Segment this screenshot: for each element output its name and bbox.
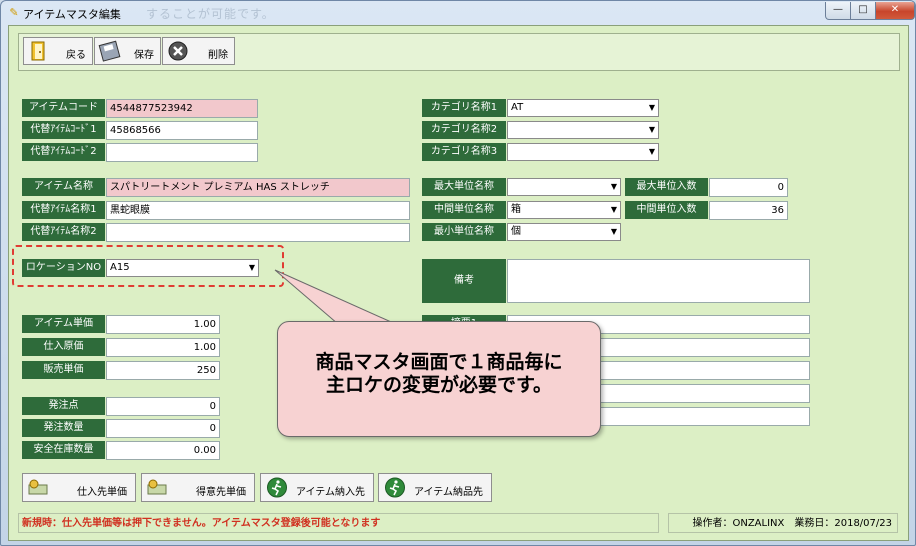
remarks-label: 備考	[422, 259, 506, 303]
item-inbound-button[interactable]: アイテム納入先	[260, 473, 374, 502]
unit-price-label: アイテム単価	[22, 315, 105, 333]
callout-line-1: 商品マスタ画面で１商品毎に	[315, 351, 563, 373]
min-unit-value: 個	[511, 226, 521, 237]
alt-name2-field[interactable]	[106, 223, 410, 242]
callout-bubble: 商品マスタ画面で１商品毎に 主ロケの変更が必要です。	[277, 321, 601, 437]
back-button[interactable]: 戻る	[23, 37, 93, 65]
maximize-button[interactable]: □	[850, 2, 876, 20]
delete-x-icon	[168, 41, 188, 61]
location-label: ロケーションNO	[22, 259, 105, 277]
item-name-field[interactable]: スパトリートメント プレミアム HAS ストレッチ	[106, 178, 410, 197]
mid-unit-label: 中間単位名称	[422, 201, 506, 219]
mid-unit-value: 箱	[511, 204, 521, 215]
save-label: 保存	[134, 50, 154, 61]
form-area: 戻る 保存 削除 アイテムコード 4544877523942 代替ｱｲﾃﾑｺｰﾄ…	[8, 25, 909, 541]
status-notice: 新規時：仕入先単価等は押下できません。アイテムマスタ登録後可能となります	[18, 513, 659, 533]
safety-stock-field[interactable]: 0.00	[106, 441, 220, 460]
customer-price-label: 得意先単価	[196, 487, 246, 498]
delete-button[interactable]: 削除	[162, 37, 235, 65]
chevron-down-icon: ▼	[610, 205, 617, 214]
ghost-text: することが可能です。	[146, 7, 275, 21]
supplier-price-button[interactable]: 仕入先単価	[22, 473, 136, 502]
chevron-down-icon: ▼	[648, 125, 655, 134]
door-icon	[31, 41, 45, 61]
item-inbound-label: アイテム納入先	[296, 487, 365, 498]
item-delivery-label: アイテム納品先	[414, 487, 483, 498]
supplier-price-label: 仕入先単価	[77, 487, 127, 498]
sell-price-label: 販売単価	[22, 361, 105, 379]
alt-name2-label: 代替ｱｲﾃﾑ名称2	[22, 223, 105, 241]
category2-label: カテゴリ名称2	[422, 121, 506, 139]
max-unit-qty-label: 最大単位入数	[625, 178, 708, 196]
customer-price-button[interactable]: 得意先単価	[141, 473, 255, 502]
max-unit-label: 最大単位名称	[422, 178, 506, 196]
category1-label: カテゴリ名称1	[422, 99, 506, 117]
back-label: 戻る	[66, 50, 86, 61]
chevron-down-icon: ▼	[610, 227, 617, 236]
callout-line-2: 主ロケの変更が必要です。	[325, 374, 553, 396]
item-name-label: アイテム名称	[22, 178, 105, 196]
mid-unit-qty-label: 中間単位入数	[625, 201, 708, 219]
cost-price-label: 仕入原価	[22, 338, 105, 356]
category1-select[interactable]: AT ▼	[507, 99, 659, 117]
order-point-field[interactable]: 0	[106, 397, 220, 416]
sell-price-field[interactable]: 250	[106, 361, 220, 380]
order-qty-label: 発注数量	[22, 419, 105, 437]
chevron-down-icon: ▼	[248, 263, 255, 272]
delete-label: 削除	[208, 50, 228, 61]
item-code-label: アイテムコード	[22, 99, 105, 117]
category2-select[interactable]: ▼	[507, 121, 659, 139]
chevron-down-icon: ▼	[648, 147, 655, 156]
category3-label: カテゴリ名称3	[422, 143, 506, 161]
alt-name1-label: 代替ｱｲﾃﾑ名称1	[22, 201, 105, 219]
runner-icon	[267, 477, 287, 498]
safety-stock-label: 安全在庫数量	[22, 441, 105, 459]
alt-code1-label: 代替ｱｲﾃﾑｺｰﾄﾞ1	[22, 121, 105, 139]
max-unit-qty-field[interactable]: 0	[709, 178, 788, 197]
min-unit-label: 最小単位名称	[422, 223, 506, 241]
runner-icon	[385, 477, 405, 498]
order-point-label: 発注点	[22, 397, 105, 415]
item-code-field[interactable]: 4544877523942	[106, 99, 258, 118]
unit-price-field[interactable]: 1.00	[106, 315, 220, 334]
mid-unit-select[interactable]: 箱 ▼	[507, 201, 621, 219]
item-delivery-button[interactable]: アイテム納品先	[378, 473, 492, 502]
min-unit-select[interactable]: 個 ▼	[507, 223, 621, 241]
app-window: ✎ アイテムマスタ編集 することが可能です。 — □ ✕ 戻る 保存 削除 アイ…	[0, 0, 916, 546]
minimize-button[interactable]: —	[825, 2, 851, 20]
location-value: A15	[110, 262, 130, 273]
chevron-down-icon: ▼	[648, 103, 655, 112]
chevron-down-icon: ▼	[610, 182, 617, 191]
floppy-disk-icon	[98, 40, 121, 62]
callout-text: 商品マスタ画面で１商品毎に 主ロケの変更が必要です。	[278, 351, 600, 397]
location-select[interactable]: A15 ▼	[106, 259, 259, 277]
remarks-field[interactable]	[507, 259, 810, 303]
title-bar: ✎ アイテムマスタ編集 することが可能です。 — □ ✕	[1, 1, 915, 25]
cost-price-field[interactable]: 1.00	[106, 338, 220, 357]
money-icon	[28, 479, 48, 495]
app-icon: ✎	[9, 6, 19, 19]
order-qty-field[interactable]: 0	[106, 419, 220, 438]
mid-unit-qty-field[interactable]: 36	[709, 201, 788, 220]
alt-code2-field[interactable]	[106, 143, 258, 162]
alt-name1-field[interactable]: 黒蛇眼膜	[106, 201, 410, 220]
category3-select[interactable]: ▼	[507, 143, 659, 161]
alt-code2-label: 代替ｱｲﾃﾑｺｰﾄﾞ2	[22, 143, 105, 161]
window-title: アイテムマスタ編集	[23, 8, 121, 21]
alt-code1-field[interactable]: 45868566	[106, 121, 258, 140]
category1-value: AT	[511, 102, 524, 113]
status-operator: 操作者：ONZALINX 業務日：2018/07/23	[668, 513, 898, 533]
toolbar: 戻る 保存 削除	[18, 33, 900, 71]
money-icon	[147, 479, 167, 495]
max-unit-select[interactable]: ▼	[507, 178, 621, 196]
save-button[interactable]: 保存	[94, 37, 161, 65]
close-button[interactable]: ✕	[875, 2, 915, 20]
